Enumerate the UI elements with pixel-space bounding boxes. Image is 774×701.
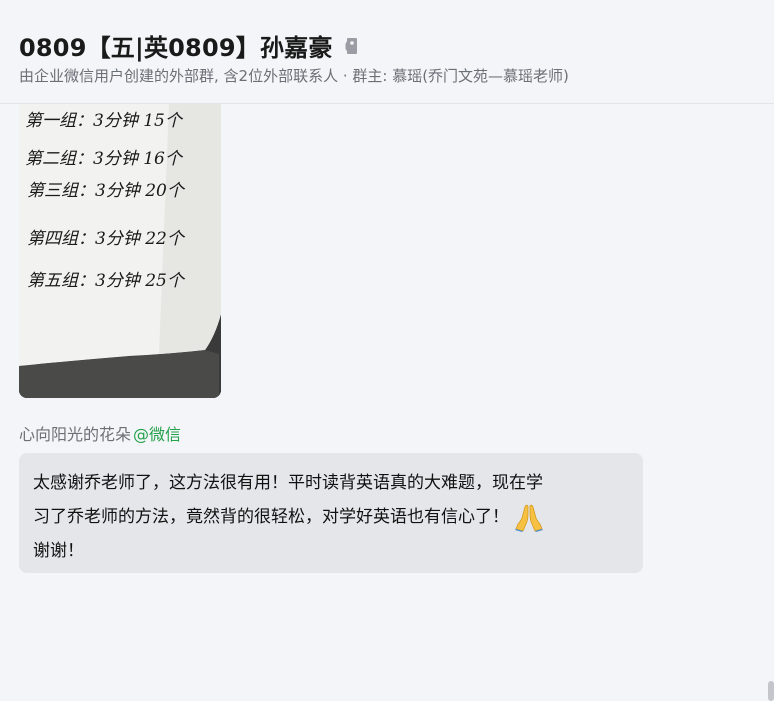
group-subtitle: 由企业微信用户创建的外部群, 含2位外部联系人 · 群主: 慕瑶(乔门文苑—慕瑶… (19, 67, 569, 85)
message-line-1: 太感谢乔老师了，这方法很有用！平时读背英语真的大难题，现在学 (33, 473, 543, 493)
sender-source: @微信 (133, 425, 182, 444)
chat-header: 0809【五|英0809】孙嘉豪 由企业微信用户创建的外部群, 含2位外部联系人… (0, 0, 774, 104)
photo-line-3: 第三组：3分钟 20个 (27, 181, 186, 201)
message-photo[interactable]: 第一组：3分钟 15个 第二组：3分钟 16个 第三组：3分钟 20个 第四组：… (19, 104, 221, 398)
chat-area: 第一组：3分钟 15个 第二组：3分钟 16个 第三组：3分钟 20个 第四组：… (0, 104, 774, 701)
sender-line: 心向阳光的花朵 @微信 (19, 421, 181, 445)
photo-line-4: 第四组：3分钟 22个 (27, 229, 186, 249)
message-line-2-wrap: 习了乔老师的方法，竟然背的很轻松，对学好英语也有信心了！ (33, 500, 623, 534)
title-row: 0809【五|英0809】孙嘉豪 (19, 28, 359, 63)
pray-emoji-icon (513, 502, 545, 532)
photo-line-1: 第一组：3分钟 15个 (25, 111, 184, 131)
photo-line-2: 第二组：3分钟 16个 (25, 149, 184, 169)
message-line-2: 习了乔老师的方法，竟然背的很轻松，对学好英语也有信心了！ (33, 507, 509, 527)
photo-line-5: 第五组：3分钟 25个 (27, 271, 186, 291)
message-bubble[interactable]: 太感谢乔老师了，这方法很有用！平时读背英语真的大难题，现在学 习了乔老师的方法，… (19, 453, 643, 573)
group-title[interactable]: 0809【五|英0809】孙嘉豪 (19, 28, 333, 63)
message-line-3: 谢谢！ (33, 541, 84, 561)
scrollbar-thumb[interactable] (768, 681, 774, 701)
tag-icon[interactable] (345, 37, 359, 55)
sender-name[interactable]: 心向阳光的花朵 (19, 425, 131, 444)
